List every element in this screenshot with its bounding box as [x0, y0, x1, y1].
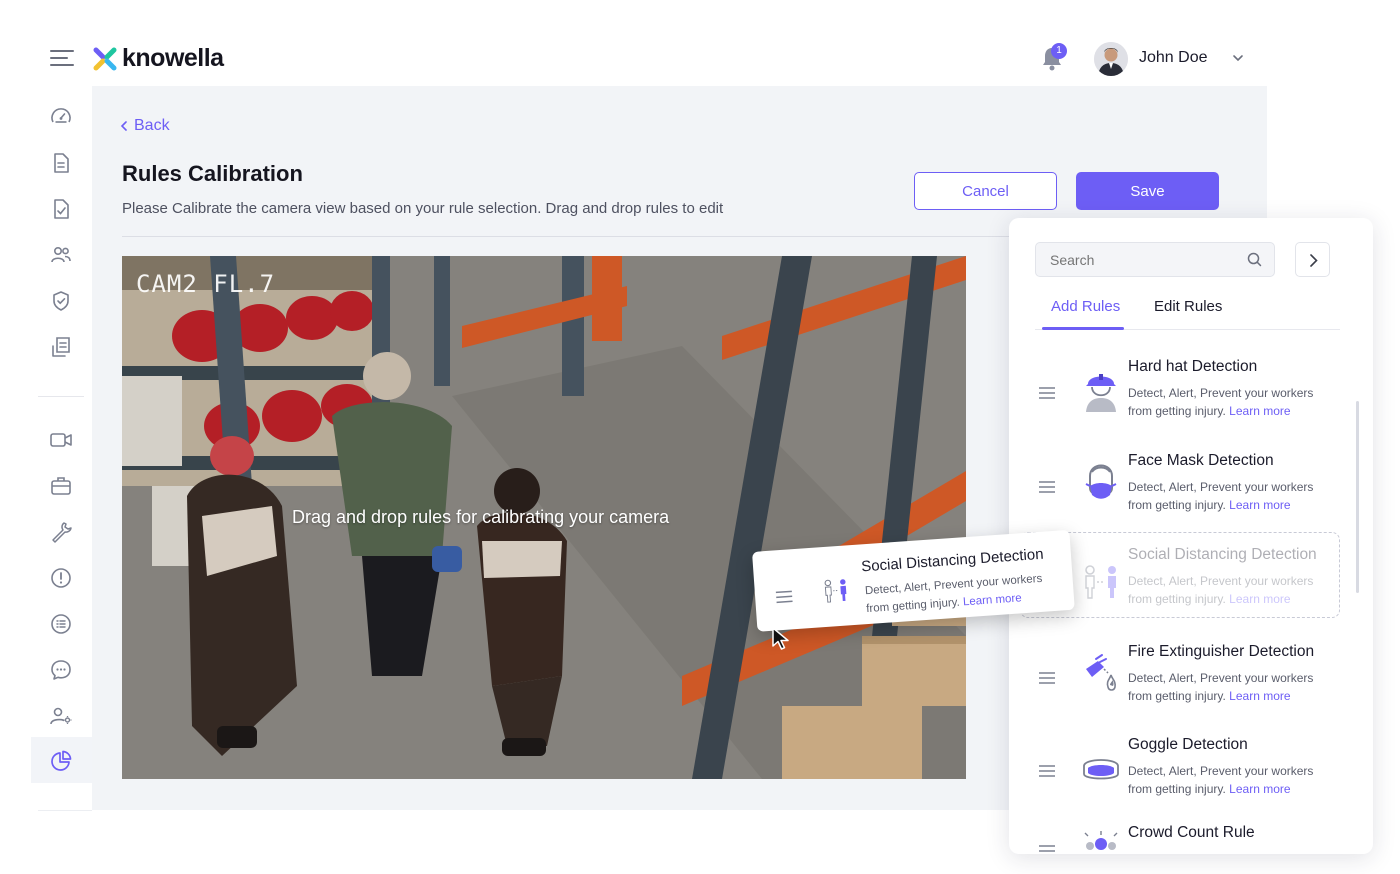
learn-more-link[interactable]: Learn more: [1229, 689, 1290, 703]
chevron-right-icon: [1310, 254, 1318, 267]
document-icon[interactable]: [49, 151, 73, 175]
back-link[interactable]: Back: [120, 117, 170, 135]
rule-item-crowd-count[interactable]: Crowd Count Rule: [1010, 824, 1355, 854]
drag-handle-icon[interactable]: [1038, 386, 1056, 400]
logo: knowella: [92, 44, 224, 73]
dashboard-gauge-icon[interactable]: [49, 105, 73, 129]
chevron-left-icon: [120, 121, 127, 131]
report-icon[interactable]: [49, 335, 73, 359]
rule-title: Goggle Detection: [1128, 736, 1248, 753]
page-title: Rules Calibration: [122, 161, 303, 186]
rule-description: Detect, Alert, Prevent your workers from…: [1128, 764, 1314, 796]
drag-handle-icon[interactable]: [1038, 764, 1056, 778]
wrench-icon[interactable]: [49, 520, 73, 544]
learn-more-link[interactable]: Learn more: [1229, 498, 1290, 512]
face-mask-icon: [1085, 464, 1117, 499]
logo-text: knowella: [122, 44, 224, 72]
rule-item-face-mask[interactable]: Face Mask Detection Detect, Alert, Preve…: [1010, 452, 1355, 542]
rule-title: Face Mask Detection: [1128, 452, 1274, 469]
notification-badge: 1: [1051, 43, 1067, 59]
rule-description: Detect, Alert, Prevent your workers from…: [1128, 671, 1314, 703]
search-input[interactable]: [1035, 242, 1275, 277]
tab-edit-rules[interactable]: Edit Rules: [1154, 298, 1222, 315]
shield-check-icon[interactable]: [49, 289, 73, 313]
rule-description: Detect, Alert, Prevent your workers from…: [1128, 480, 1314, 512]
tab-add-rules[interactable]: Add Rules: [1051, 298, 1120, 315]
list-circle-icon[interactable]: [49, 612, 73, 636]
back-label: Back: [134, 117, 170, 134]
learn-more-link[interactable]: Learn more: [1229, 592, 1290, 606]
hard-hat-icon: [1086, 374, 1116, 412]
sidebar-divider: [38, 396, 84, 397]
user-name[interactable]: John Doe: [1139, 49, 1208, 67]
rule-title: Fire Extinguisher Detection: [1128, 643, 1315, 660]
sidebar-bottom-divider: [38, 810, 92, 811]
active-tab-indicator: [1042, 327, 1124, 330]
user-portrait-icon: [1094, 42, 1128, 76]
rule-title: Social Distancing Detection: [1128, 546, 1317, 563]
drag-handle-icon[interactable]: [1038, 844, 1056, 854]
avatar[interactable]: [1094, 42, 1128, 76]
page-subtitle: Please Calibrate the camera view based o…: [122, 200, 724, 217]
search-icon[interactable]: [1247, 252, 1262, 267]
rules-scrollbar[interactable]: [1356, 401, 1359, 593]
menu-toggle-icon[interactable]: [50, 50, 74, 68]
dragged-rule-description: Detect, Alert, Prevent your workers from…: [864, 572, 1043, 616]
drop-hint-text: Drag and drop rules for calibrating your…: [292, 507, 670, 527]
drag-handle-icon[interactable]: [775, 589, 794, 604]
rule-item-fire-extinguisher[interactable]: Fire Extinguisher Detection Detect, Aler…: [1010, 643, 1355, 733]
pie-chart-icon[interactable]: [49, 749, 73, 773]
learn-more-link[interactable]: Learn more: [963, 592, 1023, 608]
rule-title: Crowd Count Rule: [1128, 824, 1255, 841]
logo-mark-icon: [93, 47, 117, 70]
drag-handle-icon[interactable]: [1038, 671, 1056, 685]
video-camera-icon[interactable]: [49, 428, 73, 452]
learn-more-link[interactable]: Learn more: [1229, 404, 1290, 418]
chevron-down-icon[interactable]: [1232, 52, 1244, 64]
rule-title: Hard hat Detection: [1128, 358, 1258, 375]
rule-description: Detect, Alert, Prevent your workers from…: [1128, 574, 1314, 606]
mouse-pointer-icon: [772, 627, 789, 650]
learn-more-link[interactable]: Learn more: [1229, 782, 1290, 796]
rule-item-hard-hat[interactable]: Hard hat Detection Detect, Alert, Preven…: [1010, 358, 1355, 448]
save-button[interactable]: Save: [1076, 172, 1219, 210]
rule-item-goggle[interactable]: Goggle Detection Detect, Alert, Prevent …: [1010, 736, 1355, 826]
camera-label: CAM2 FL.7: [136, 270, 276, 298]
briefcase-icon[interactable]: [49, 474, 73, 498]
drag-handle-icon[interactable]: [1038, 480, 1056, 494]
alert-circle-icon[interactable]: [49, 566, 73, 590]
social-distancing-icon: [1085, 565, 1116, 599]
user-settings-icon[interactable]: [49, 704, 73, 728]
users-icon[interactable]: [49, 243, 73, 267]
fire-extinguisher-icon: [1086, 654, 1116, 691]
cancel-button[interactable]: Cancel: [914, 172, 1057, 210]
rule-description: Detect, Alert, Prevent your workers from…: [1128, 386, 1314, 418]
document-check-icon[interactable]: [49, 197, 73, 221]
crowd-count-icon: [1084, 831, 1118, 850]
panel-next-button[interactable]: [1295, 242, 1330, 277]
chat-bubble-icon[interactable]: [49, 658, 73, 682]
social-distancing-icon: [824, 579, 847, 603]
goggle-icon: [1083, 759, 1119, 780]
